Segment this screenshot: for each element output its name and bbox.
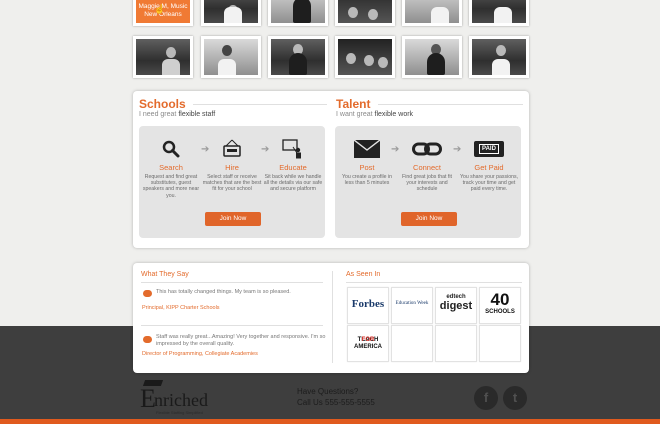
facebook-icon[interactable]: f — [474, 386, 498, 410]
talent-join-button[interactable]: Join Now — [401, 212, 457, 226]
testimonial-author[interactable]: Director of Programming, Collegiate Acad… — [142, 351, 258, 357]
empty-logo-slot — [435, 325, 477, 362]
photo-tile[interactable] — [402, 0, 462, 26]
education-week-logo[interactable]: Education Week — [391, 287, 433, 324]
how-it-works-card: Schools I need great flexible staff Sear… — [133, 91, 529, 248]
paid-ticket-icon: PAID — [459, 136, 519, 162]
enriched-logo[interactable]: E nriched Flexible Staffing Simplified — [140, 378, 230, 418]
sign-icon — [202, 136, 262, 162]
step-educate: Educate Sit back while we handle all the… — [263, 136, 323, 193]
step-search: Search Request and find great substitute… — [141, 136, 201, 199]
twitter-icon[interactable]: t — [503, 386, 527, 410]
talent-title: Talent — [336, 97, 371, 111]
photo-tile[interactable] — [201, 0, 261, 26]
teacher-board-icon — [263, 136, 323, 162]
divider — [141, 282, 323, 283]
edtech-digest-logo[interactable]: edtech digest — [435, 287, 477, 324]
envelope-icon — [337, 136, 397, 162]
photo-tile[interactable] — [133, 36, 193, 78]
talent-subtitle: I want great flexible work — [336, 111, 414, 118]
photo-tile[interactable] — [201, 36, 261, 78]
step-hire: Hire Select staff or receive matches tha… — [202, 136, 262, 193]
photo-tile[interactable] — [268, 0, 328, 26]
40-schools-logo[interactable]: 40 SCHOOLS — [479, 287, 521, 324]
divider-vertical — [332, 271, 333, 363]
divider — [141, 325, 323, 326]
testimonial-quote: This has totally changed things. My team… — [156, 289, 291, 295]
divider — [193, 104, 327, 105]
magnifier-icon — [141, 136, 201, 162]
schools-steps-panel: Search Request and find great substitute… — [139, 126, 325, 238]
speech-bubble-icon — [143, 290, 152, 297]
hand-cursor-icon: ☝ — [154, 4, 166, 14]
step-post: Post You create a profile in less than 5… — [337, 136, 397, 186]
divider — [346, 282, 522, 283]
testimonial-quote: Staff was really great...Amazing! Very t… — [156, 334, 326, 347]
schools-join-button[interactable]: Join Now — [205, 212, 261, 226]
speech-bubble-icon — [143, 336, 152, 343]
testimonial-author[interactable]: Principal, KIPP Charter Schools — [142, 305, 220, 311]
step-get-paid: PAID Get Paid You share your passions, t… — [459, 136, 519, 193]
empty-logo-slot — [479, 325, 521, 362]
testimonials-title: What They Say — [141, 271, 189, 278]
divider — [378, 104, 523, 105]
photo-tile-active[interactable]: Maggie M, Music New Orleans ☝ — [133, 0, 193, 26]
schools-title: Schools — [139, 97, 186, 111]
photo-tile[interactable] — [469, 36, 529, 78]
schools-subtitle: I need great flexible staff — [139, 111, 216, 118]
step-connect: Connect Find great jobs that fit your in… — [397, 136, 457, 193]
photo-tile[interactable] — [402, 36, 462, 78]
photo-tile[interactable] — [335, 0, 395, 26]
photo-tile[interactable] — [268, 36, 328, 78]
press-title: As Seen In — [346, 271, 381, 278]
empty-logo-slot — [391, 325, 433, 362]
photo-tile[interactable] — [335, 36, 395, 78]
footer-accent-line — [0, 419, 660, 424]
photo-tile[interactable] — [469, 0, 529, 26]
talent-steps-panel: Post You create a profile in less than 5… — [335, 126, 521, 238]
teach-for-america-logo[interactable]: TEACH FOR AMERICA — [347, 325, 389, 362]
contact-info: Have Questions? Call Us 555-555-5555 — [297, 387, 375, 407]
forbes-logo[interactable]: Forbes — [347, 287, 389, 324]
testimonials-press-card: What They Say This has totally changed t… — [133, 263, 529, 373]
chain-link-icon — [397, 136, 457, 162]
phone-number: Call Us 555-555-5555 — [297, 398, 375, 407]
